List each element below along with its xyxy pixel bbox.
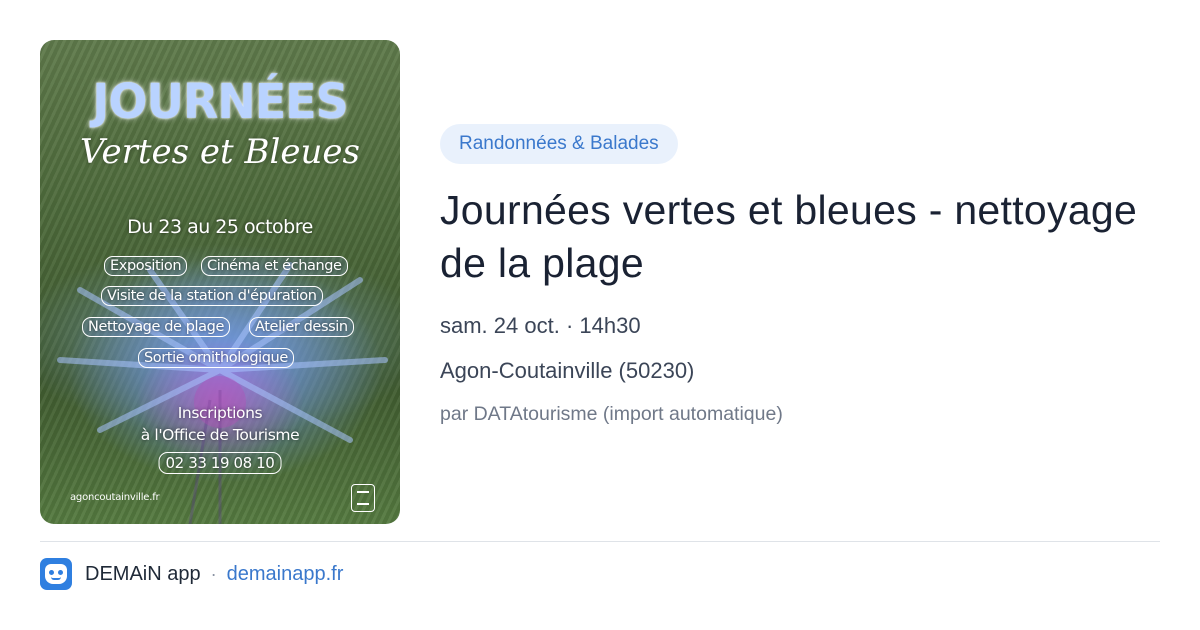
poster-activity-pill: Atelier dessin: [249, 317, 354, 337]
category-tag[interactable]: Randonnées & Balades: [440, 124, 678, 164]
poster-activity-pill: Sortie ornithologique: [138, 348, 294, 368]
event-author: par DATAtourisme (import automatique): [440, 403, 783, 425]
poster-activity-pill: Cinéma et échange: [201, 256, 348, 276]
poster-phone: 02 33 19 08 10: [158, 452, 282, 474]
demain-app-icon: [40, 558, 72, 590]
event-title: Journées vertes et bleues - nettoyage de…: [440, 187, 1138, 286]
event-location: Agon-Coutainville (50230): [440, 358, 695, 383]
poster-inscriptions: Inscriptions à l'Office de Tourisme: [40, 402, 400, 446]
town-logo-icon: [351, 484, 375, 512]
app-name: DEMAiN app: [85, 562, 201, 585]
poster-activity-pill: Exposition: [104, 256, 188, 276]
poster-activity-pill: Visite de la station d'épuration: [101, 286, 323, 306]
event-date-time: sam. 24 oct. · 14h30: [440, 313, 641, 338]
poster-inscriptions-line: à l'Office de Tourisme: [140, 426, 300, 444]
poster-title: JOURNÉES: [92, 72, 348, 130]
footer-separator: ·: [210, 563, 217, 584]
footer-divider: [40, 541, 1160, 542]
poster-website: agoncoutainville.fr: [70, 492, 160, 503]
poster-dates: Du 23 au 25 octobre: [127, 216, 313, 238]
poster-activity-pill: Nettoyage de plage: [82, 317, 230, 337]
poster-inscriptions-line: Inscriptions: [177, 404, 263, 422]
app-domain-link[interactable]: demainapp.fr: [227, 563, 344, 586]
footer: DEMAiN app · demainapp.fr: [40, 558, 343, 590]
event-poster: JOURNÉES Vertes et Bleues Du 23 au 25 oc…: [40, 40, 400, 524]
poster-subtitle: Vertes et Bleues: [80, 132, 360, 172]
